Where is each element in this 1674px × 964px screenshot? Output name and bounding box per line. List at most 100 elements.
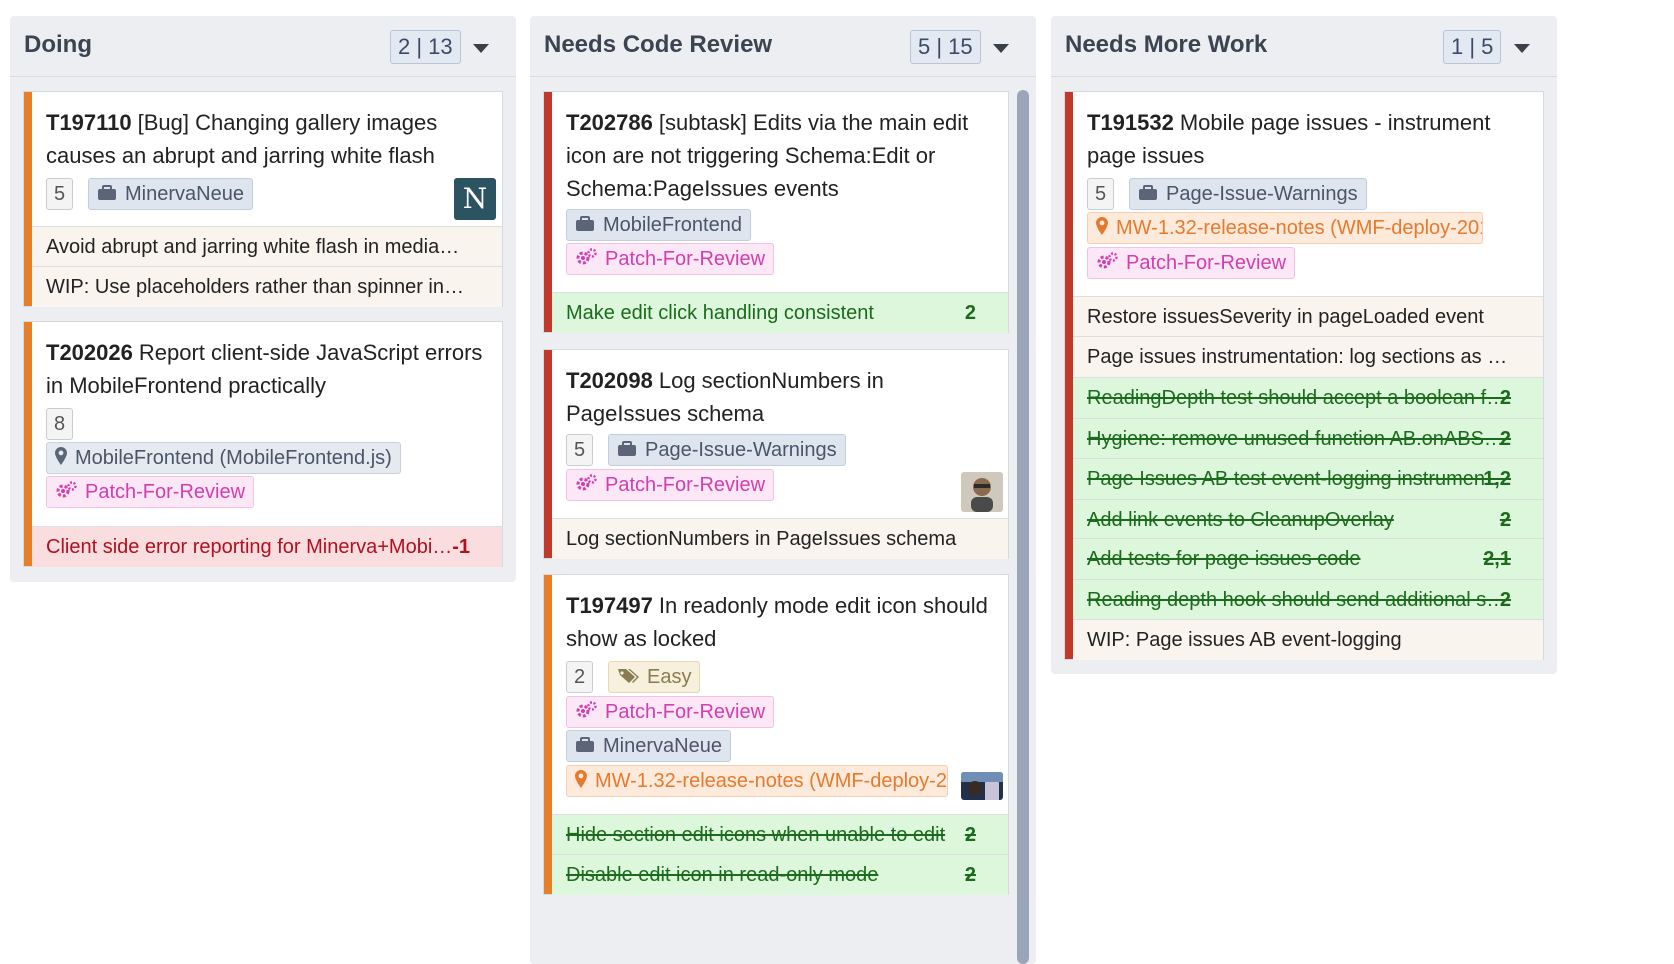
tag-label[interactable]: Patch-For-Review [605,474,765,496]
caret-down-icon[interactable] [1514,44,1530,53]
revision-title[interactable]: Hygiene: remove unused function AB.onABS… [1087,419,1504,459]
revision-title[interactable]: WIP: Page issues AB event-logging [1087,620,1402,660]
task-card[interactable]: T202026 Report client-side JavaScript err… [24,322,502,567]
project-tag[interactable]: MobileFrontend [566,209,751,241]
task-card[interactable]: T197497 In readonly mode edit icon should… [544,575,1008,895]
task-id[interactable]: T191532 [1087,110,1174,135]
map-marker-icon [55,444,67,473]
revision-title[interactable]: WIP: Use placeholders rather than spinne… [46,267,464,307]
revision-status-number: 2,1 [1483,548,1511,570]
column-title: Needs More Work [1065,31,1268,58]
linked-revision-row[interactable]: WIP: Use placeholders rather than spinne… [32,266,502,307]
revision-title[interactable]: Add link events to CleanupOverlay [1087,500,1394,540]
task-title[interactable]: T191532 Mobile page issues - instrument p… [1087,106,1529,172]
task-card[interactable]: T202786 [subtask] Edits via the main edit… [544,92,1008,333]
priority-bar [544,350,552,558]
priority-bar [24,322,32,566]
tag-label[interactable]: Patch-For-Review [605,248,765,270]
task-card[interactable]: T202098 Log sectionNumbers in PageIssues … [544,350,1008,559]
linked-revision-row[interactable]: Reading depth hook should send additiona… [1073,579,1543,620]
patch-tag[interactable]: Patch-For-Review [566,243,775,275]
revision-title[interactable]: Page Issues AB test event-logging instru… [1087,459,1505,499]
avatar[interactable] [961,472,1003,512]
revision-title[interactable]: Page issues instrumentation: log section… [1087,337,1507,377]
caret-down-icon[interactable] [473,44,489,53]
task-id[interactable]: T202026 [46,340,133,365]
linked-revision-row[interactable]: Restore issuesSeverity in pageLoaded eve… [1073,296,1543,337]
project-tag[interactable]: Page-Issue-Warnings [608,434,846,466]
task-card[interactable]: T191532 Mobile page issues - instrument p… [1065,92,1543,660]
release-tag[interactable]: MW-1.32-release-notes (WMF-deploy-2018-0… [566,765,948,797]
revision-title[interactable]: Client side error reporting for Minerva+… [46,527,452,567]
patch-tag[interactable]: Patch-For-Review [566,469,775,501]
linked-revision-row[interactable]: Add tests for page issues code 2,1 [1073,538,1543,579]
patch-tag[interactable]: Patch-For-Review [566,696,775,728]
task-title[interactable]: T197110 [Bug] Changing gallery images cau… [46,106,488,172]
revision-title[interactable]: Reading depth hook should send additiona… [1087,580,1506,620]
cogs-icon [55,478,77,507]
linked-revision-row[interactable]: Page issues instrumentation: log section… [1073,336,1543,377]
linked-revision-row[interactable]: Avoid abrupt and jarring white flash in … [32,226,502,267]
revision-title[interactable]: Hide section edit icons when unable to e… [566,815,945,855]
revision-title[interactable]: Restore issuesSeverity in pageLoaded eve… [1087,297,1484,337]
revision-title[interactable]: Log sectionNumbers in PageIssues schema [566,519,956,559]
linked-revision-row[interactable]: Add link events to CleanupOverlay 2 [1073,499,1543,540]
avatar[interactable] [961,772,1003,800]
patch-tag[interactable]: Patch-For-Review [1087,247,1296,279]
linked-revision-row[interactable]: Page Issues AB test event-logging instru… [1073,458,1543,499]
tag-label[interactable]: Page-Issue-Warnings [1166,183,1358,205]
easy-tag[interactable]: Easy [608,661,701,693]
story-points: 5 [46,178,74,210]
tag-label[interactable]: MobileFrontend [603,214,742,236]
release-tag[interactable]: MW-1.32-release-notes (WMF-deploy-2018-0… [1087,212,1483,244]
revision-title[interactable]: Make edit click handling consistent [566,293,874,333]
tag-label[interactable]: Patch-For-Review [85,481,245,503]
revision-title[interactable]: ReadingDepth test should accept a boolea… [1087,378,1506,418]
task-id[interactable]: T202786 [566,110,653,135]
task-title[interactable]: T202786 [subtask] Edits via the main edit… [566,106,994,205]
linked-revision-row[interactable]: Disable edit icon in read-only mode 2 [552,854,1008,895]
avatar[interactable]: N [454,178,496,220]
linked-revision-row[interactable]: Log sectionNumbers in PageIssues schema [552,518,1008,559]
tag-label[interactable]: MinervaNeue [125,183,244,205]
task-title[interactable]: T202098 Log sectionNumbers in PageIssues … [566,364,994,430]
linked-revision-row[interactable]: Client side error reporting for Minerva+… [32,526,502,567]
tag-label[interactable]: MW-1.32-release-notes (WMF-deploy-2018-0… [1116,217,1482,239]
revision-title[interactable]: Avoid abrupt and jarring white flash in … [46,227,459,267]
linked-revision-row[interactable]: Hide section edit icons when unable to e… [552,814,1008,855]
column-count: 2 | 13 [390,30,461,64]
linked-revision-row[interactable]: ReadingDepth test should accept a boolea… [1073,377,1543,418]
project-tag[interactable]: Page-Issue-Warnings [1129,178,1367,210]
tag-label[interactable]: MW-1.32-release-notes (WMF-deploy-2018-0… [595,770,947,792]
briefcase-icon [617,436,637,465]
task-id[interactable]: T197110 [46,110,132,135]
linked-revision-row[interactable]: WIP: Page issues AB event-logging [1073,619,1543,660]
tag-label[interactable]: Patch-For-Review [1126,252,1286,274]
tag-label[interactable]: Easy [647,666,691,688]
scrollbar[interactable] [1017,90,1029,964]
card-body: T202786 [subtask] Edits via the main edit… [552,92,1008,291]
task-title[interactable]: T197497 In readonly mode edit icon should… [566,589,994,655]
revision-title[interactable]: Add tests for page issues code [1087,539,1361,579]
column-doing: Doing 2 | 13 T197110 [Bug] Changing galle… [10,16,516,582]
tag-label[interactable]: Patch-For-Review [605,701,765,723]
tag-label[interactable]: MinervaNeue [603,735,722,757]
caret-down-icon[interactable] [993,44,1009,53]
task-id[interactable]: T197497 [566,593,653,618]
revision-status-number: 2 [1499,509,1511,531]
linked-revision-row[interactable]: Hygiene: remove unused function AB.onABS… [1073,418,1543,459]
tag-label[interactable]: Page-Issue-Warnings [645,439,837,461]
column-title: Doing [24,31,92,58]
linked-revision-row[interactable]: Make edit click handling consistent 2 [552,292,1008,333]
task-id[interactable]: T202098 [566,368,653,393]
card-body: T202026 Report client-side JavaScript err… [32,322,502,525]
task-title[interactable]: T202026 Report client-side JavaScript err… [46,336,488,402]
task-card[interactable]: T197110 [Bug] Changing gallery images cau… [24,92,502,307]
project-tag[interactable]: MinervaNeue [566,730,731,762]
revision-status-number: 2 [964,302,976,324]
project-tag[interactable]: MinervaNeue [88,178,253,210]
patch-tag[interactable]: Patch-For-Review [46,476,255,508]
milestone-tag[interactable]: MobileFrontend (MobileFrontend.js) [46,442,401,474]
tag-label[interactable]: MobileFrontend (MobileFrontend.js) [75,447,392,469]
revision-title[interactable]: Disable edit icon in read-only mode [566,855,878,895]
